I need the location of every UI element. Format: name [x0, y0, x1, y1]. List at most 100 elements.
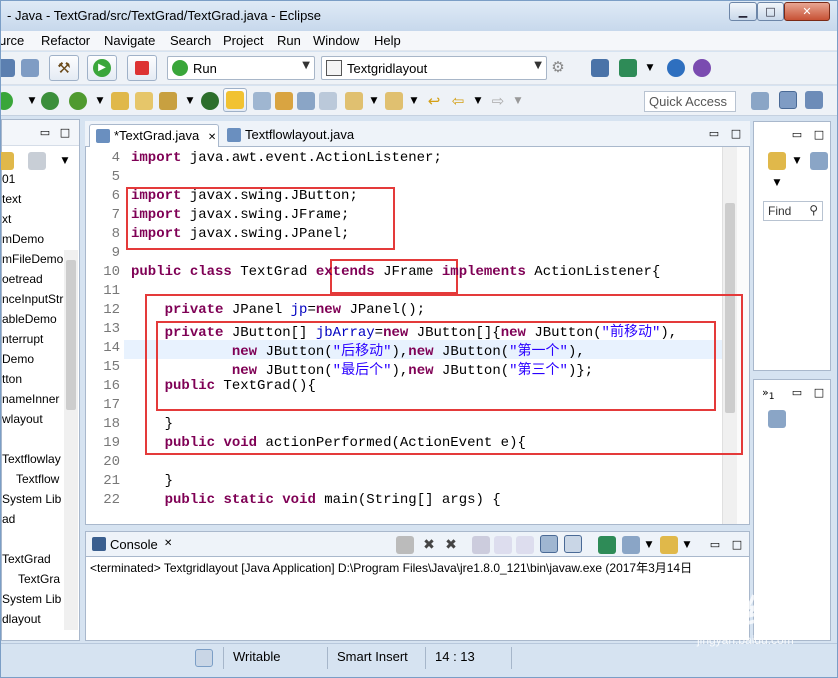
code-line[interactable]: import javax.swing.JFrame; — [131, 207, 349, 223]
build-button[interactable]: ⚒ — [49, 55, 79, 81]
chevron-down-icon[interactable]: ▼ — [56, 152, 74, 170]
task-list-icon[interactable] — [810, 152, 828, 170]
close-button[interactable]: ✕ — [784, 2, 830, 21]
close-icon[interactable]: ✕ — [208, 132, 216, 143]
tree-item[interactable]: 01 — [2, 172, 15, 186]
debug-icon[interactable] — [1, 92, 13, 110]
java-perspective-icon[interactable] — [779, 91, 797, 109]
tree-item[interactable]: TextGrad — [2, 552, 51, 566]
chevron-down-icon[interactable]: ▼ — [788, 152, 806, 170]
tree-item[interactable]: System Lib — [2, 592, 61, 606]
menu-run[interactable]: Run — [277, 33, 301, 48]
new-package-icon[interactable] — [69, 92, 87, 110]
code-line[interactable]: public static void main(String[] args) { — [131, 492, 501, 508]
pin-console-icon[interactable] — [598, 536, 616, 554]
tab-textflowlayout-java[interactable]: Textflowlayout.java — [221, 124, 371, 147]
tree-item[interactable]: ad — [2, 512, 15, 526]
word-wrap-icon[interactable] — [516, 536, 534, 554]
find-input[interactable]: Find ⚲ — [763, 201, 823, 221]
tree-item[interactable]: xt — [2, 212, 11, 226]
minimize-icon[interactable]: ▭ — [788, 126, 806, 144]
tree-item[interactable]: TextGra — [18, 572, 60, 586]
last-edit-icon[interactable]: ↩ — [425, 92, 443, 110]
outline-icon[interactable] — [768, 410, 786, 428]
tree-item[interactable]: nameInner — [2, 392, 59, 406]
maximize-icon[interactable]: □ — [727, 125, 745, 143]
run-config-select[interactable]: Run ▼ — [167, 56, 315, 80]
search-icon[interactable] — [159, 92, 177, 110]
paragraph-icon[interactable] — [319, 92, 337, 110]
code-line[interactable]: private JButton[] jbArray=new JButton[]{… — [131, 321, 678, 341]
tree-item[interactable]: dlayout — [2, 612, 41, 626]
gear-icon[interactable]: ⚙ — [549, 58, 567, 76]
tree-item[interactable]: nterrupt — [2, 332, 43, 346]
maximize-icon[interactable]: □ — [810, 384, 828, 402]
console-tab-label[interactable]: Console — [110, 537, 158, 552]
code-editor[interactable]: 4 import java.awt.event.ActionListener; 5 6… — [85, 147, 750, 525]
tasks-icon[interactable] — [619, 59, 637, 77]
open-folder-icon[interactable] — [111, 92, 129, 110]
back-icon[interactable]: ⇦ — [449, 92, 467, 110]
open-console-icon[interactable] — [660, 536, 678, 554]
mark-occurrences-button[interactable] — [223, 88, 247, 112]
collapse-icon[interactable] — [1, 152, 14, 170]
tree-item[interactable]: Textflowlay — [2, 452, 61, 466]
code-line[interactable]: } — [131, 473, 173, 489]
tree-item[interactable]: Textflow — [16, 472, 59, 486]
code-line[interactable]: new JButton("最后个"),new JButton("第三个")}; — [131, 359, 593, 379]
debug-perspective-icon[interactable] — [805, 91, 823, 109]
menu-window[interactable]: Window — [313, 33, 359, 48]
chevron-down-icon[interactable]: ▼ — [469, 92, 487, 110]
tree-item[interactable]: ableDemo — [2, 312, 57, 326]
code-line[interactable]: private JPanel jp=new JPanel(); — [131, 302, 425, 318]
maximize-icon[interactable]: □ — [728, 536, 746, 554]
code-line[interactable]: new JButton("后移动"),new JButton("第一个"), — [131, 340, 585, 360]
maximize-icon[interactable]: □ — [56, 124, 74, 142]
tree-item[interactable]: wlayout — [2, 412, 43, 426]
forward-icon[interactable]: ⇨ — [489, 92, 507, 110]
menu-source[interactable]: urce — [1, 33, 24, 48]
tree-item[interactable]: nceInputStr — [2, 292, 63, 306]
maximize-button[interactable]: □ — [757, 2, 784, 21]
new-task-icon[interactable] — [768, 152, 786, 170]
show-stderr-icon[interactable] — [564, 535, 582, 553]
launch-config-select[interactable]: Textgridlayout ▼ — [321, 56, 547, 80]
menu-navigate[interactable]: Navigate — [104, 33, 155, 48]
tab-textgrad-java[interactable]: *TextGrad.java ✕ — [89, 124, 219, 147]
code-line[interactable]: import javax.swing.JPanel; — [131, 226, 349, 242]
tree-item[interactable]: mDemo — [2, 232, 44, 246]
code-line[interactable]: public TextGrad(){ — [131, 378, 316, 394]
tree-item[interactable]: mFileDemo — [2, 252, 63, 266]
chevron-down-icon[interactable]: ▼ — [641, 59, 659, 77]
minimize-icon[interactable]: ▭ — [706, 536, 724, 554]
open-type-icon[interactable] — [135, 92, 153, 110]
maximize-icon[interactable]: □ — [810, 126, 828, 144]
menu-search[interactable]: Search — [170, 33, 211, 48]
new-class-icon[interactable] — [41, 92, 59, 110]
open-perspective-icon[interactable] — [751, 92, 769, 110]
chevron-down-icon[interactable]: ▼ — [365, 92, 383, 110]
chevron-down-icon[interactable]: ▼ — [91, 92, 109, 110]
code-line[interactable]: import java.awt.event.ActionListener; — [131, 150, 442, 166]
globe-icon[interactable] — [667, 59, 685, 77]
pin-icon[interactable] — [201, 92, 219, 110]
minimize-icon[interactable]: ▭ — [788, 384, 806, 402]
tree-item[interactable]: Demo — [2, 352, 34, 366]
next-annotation-icon[interactable] — [345, 92, 363, 110]
annotation-icon[interactable] — [275, 92, 293, 110]
remove-launch-icon[interactable]: ✖ — [420, 536, 438, 554]
code-line[interactable]: } — [131, 416, 173, 432]
chevron-down-icon[interactable]: ▼ — [405, 92, 423, 110]
tree-item[interactable]: oetread — [2, 272, 43, 286]
status-icon[interactable] — [195, 649, 213, 667]
remove-all-icon[interactable]: ✖ — [442, 536, 460, 554]
menu-help[interactable]: Help — [374, 33, 401, 48]
save-icon[interactable] — [1, 59, 15, 77]
block-select-icon[interactable] — [297, 92, 315, 110]
more-views-icon[interactable]: »1 — [762, 386, 775, 402]
chevron-down-icon[interactable]: ▼ — [181, 92, 199, 110]
display-console-icon[interactable] — [622, 536, 640, 554]
close-icon[interactable]: ✕ — [164, 538, 172, 549]
chevron-down-icon[interactable]: ▼ — [509, 92, 527, 110]
show-stdout-icon[interactable] — [540, 535, 558, 553]
